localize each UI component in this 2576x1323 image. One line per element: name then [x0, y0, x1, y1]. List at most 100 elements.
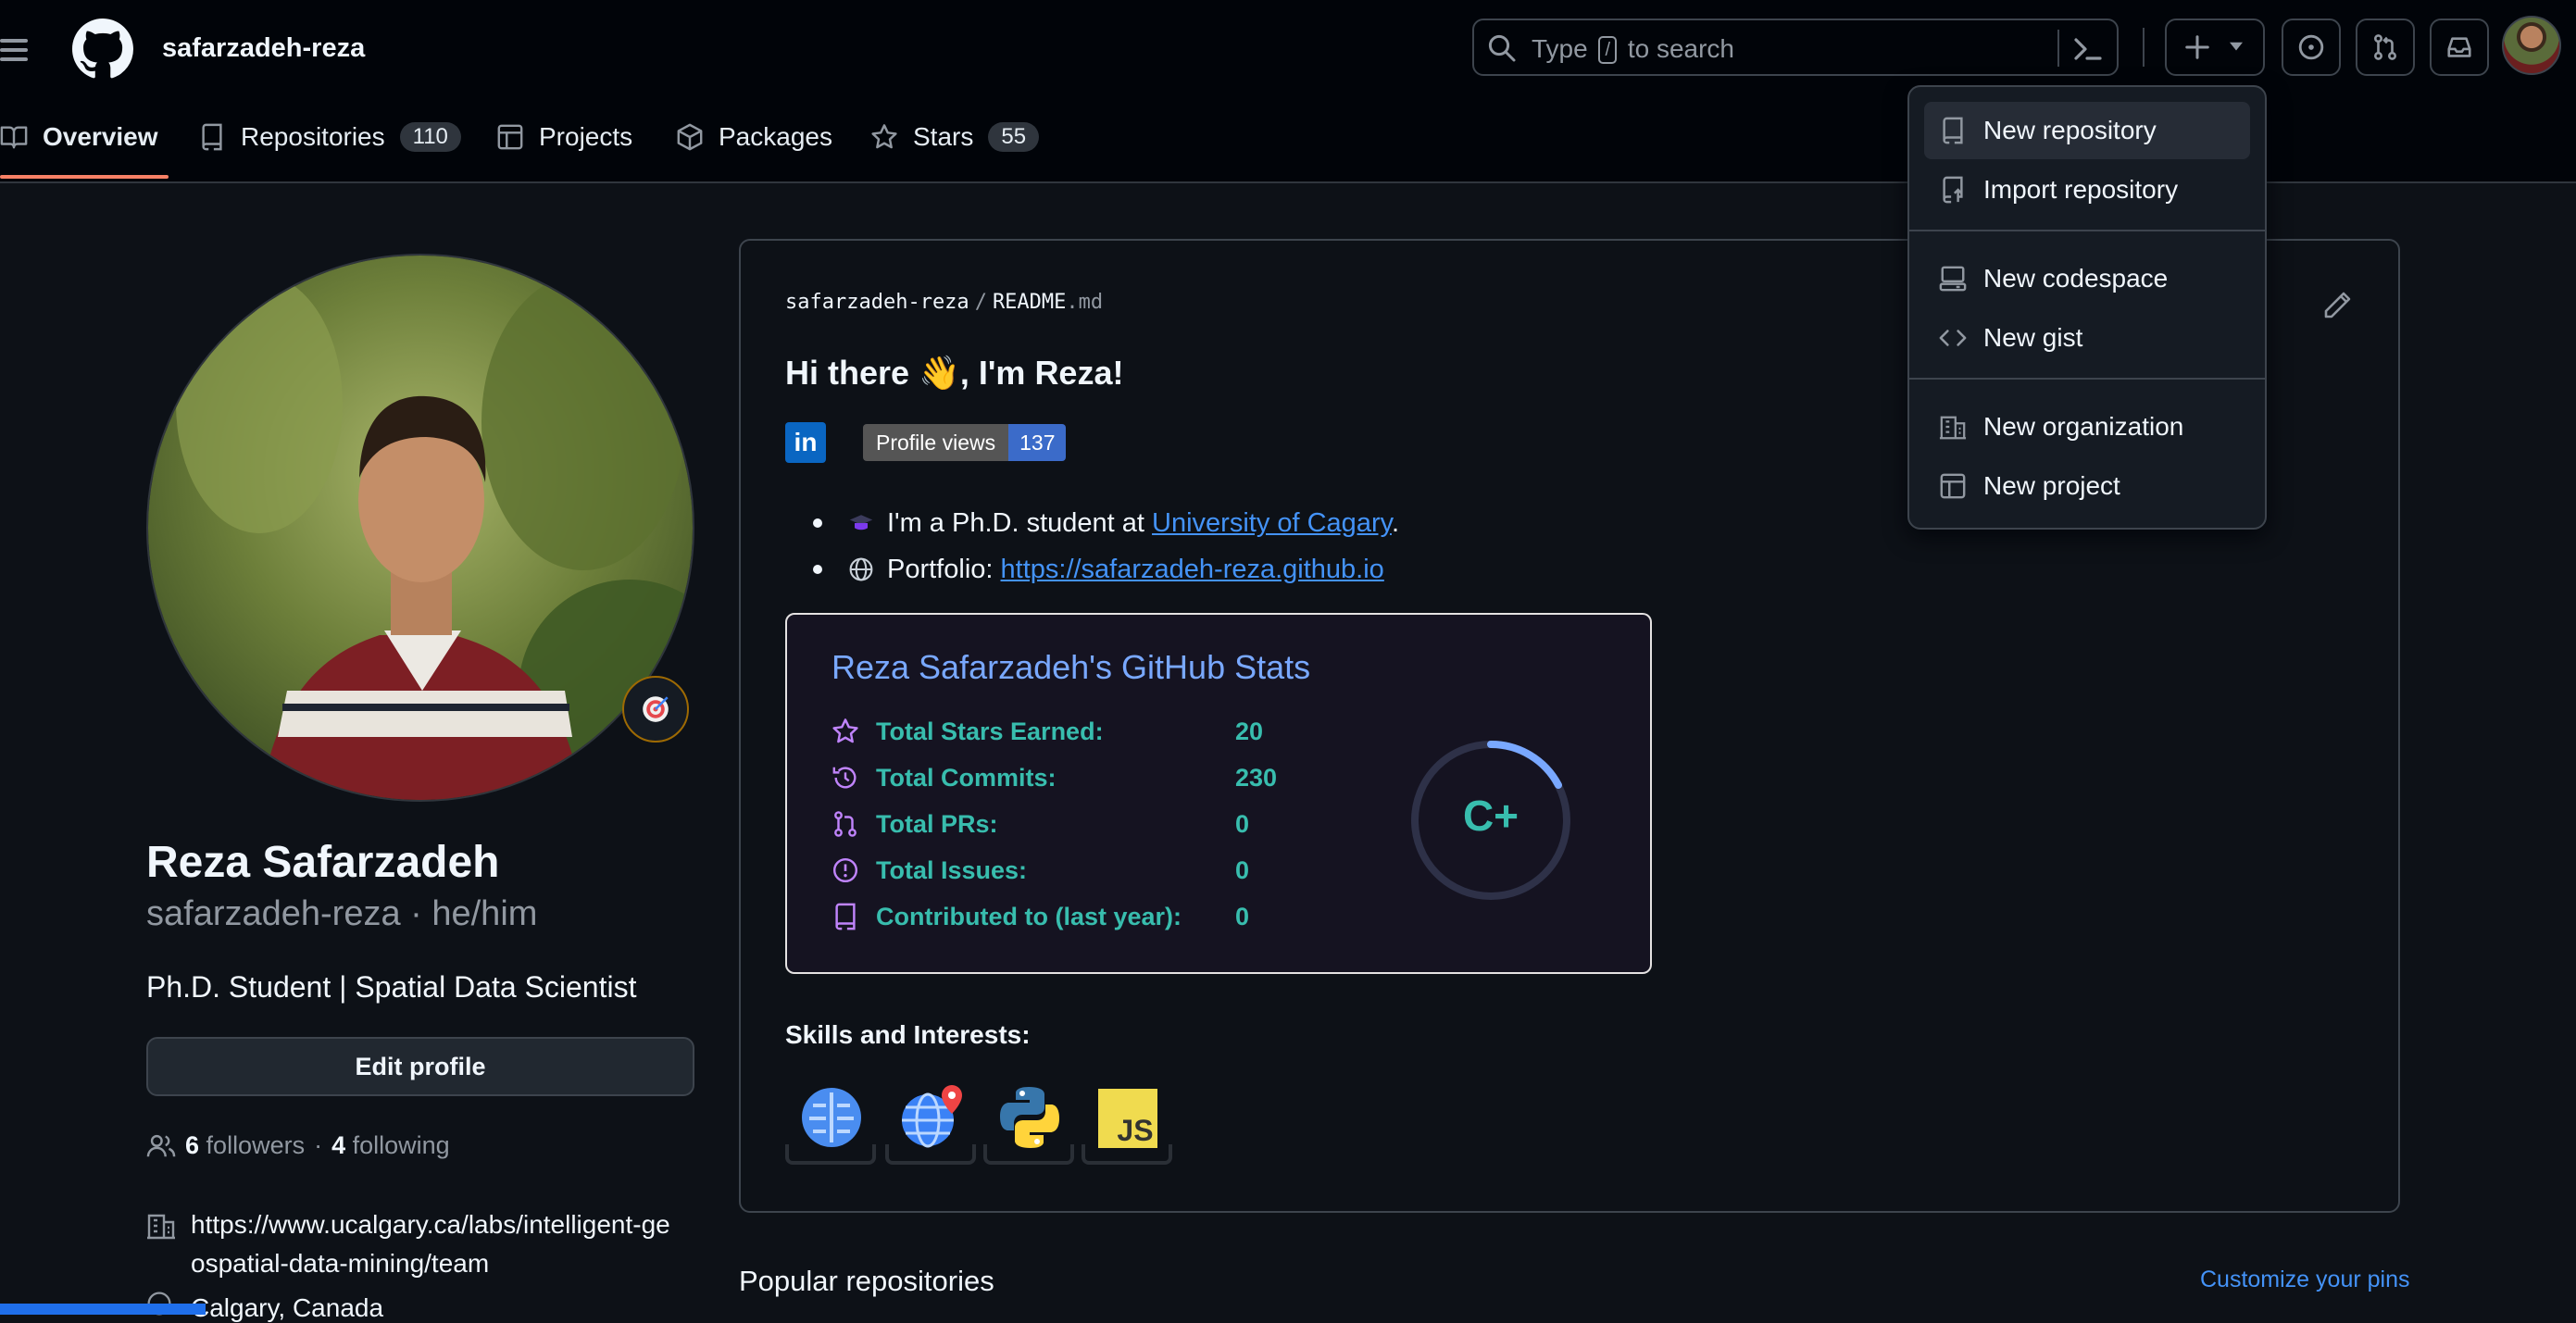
repo-icon: [1943, 117, 1963, 144]
menu-icon[interactable]: [0, 33, 28, 65]
book-icon: [0, 126, 28, 149]
issues-button[interactable]: [2282, 19, 2341, 76]
plus-icon: [2185, 35, 2209, 59]
profile-bio: Ph.D. Student | Spatial Data Scientist: [146, 970, 637, 1004]
grade-ring: C+: [1407, 737, 1574, 904]
create-new-button[interactable]: [2165, 19, 2265, 76]
stat-row: Contributed to (last year): 0: [832, 898, 1249, 935]
menu-item-new-organization[interactable]: New organization: [1924, 398, 2250, 456]
search-divider: [2057, 30, 2059, 67]
search-icon: [1488, 34, 1516, 62]
list-item: Portfolio: https://safarzadeh-reza.githu…: [813, 546, 1399, 593]
menu-item-label: New repository: [1983, 116, 2157, 144]
readme-owner-link[interactable]: safarzadeh-reza: [785, 291, 969, 314]
repo-push-icon: [1943, 176, 1963, 204]
svg-text:JS: JS: [1117, 1114, 1153, 1147]
stat-row: Total Stars Earned: 20: [832, 713, 1263, 750]
portfolio-link[interactable]: https://safarzadeh-reza.github.io: [1001, 555, 1384, 584]
profile-fullname: Reza Safarzadeh: [146, 838, 500, 887]
repo-icon: [202, 123, 222, 151]
git-pull-request-icon: [834, 811, 857, 837]
menu-item-new-gist[interactable]: New gist: [1924, 309, 2250, 367]
command-palette-icon[interactable]: [2072, 34, 2104, 64]
edit-readme-button[interactable]: [2322, 291, 2352, 320]
profile-avatar[interactable]: [146, 254, 694, 802]
organization-icon: [1939, 416, 1967, 440]
issue-opened-icon: [832, 857, 858, 883]
tab-stars-label: Stars: [913, 122, 974, 151]
stats-title: Reza Safarzadeh's GitHub Stats: [832, 648, 1311, 686]
target-icon: [643, 696, 669, 722]
menu-divider: [1909, 230, 2265, 231]
website-link[interactable]: https://www.ucalgary.ca/labs/intelligent…: [191, 1205, 672, 1283]
tab-repositories-label: Repositories: [241, 122, 385, 151]
package-icon: [677, 123, 703, 151]
customize-pins-link[interactable]: Customize your pins: [2200, 1267, 2409, 1293]
inbox-icon: [2447, 37, 2471, 57]
loading-progress-bar: [0, 1304, 206, 1315]
popular-repositories-heading: Popular repositories: [739, 1265, 994, 1297]
repositories-count: 110: [399, 122, 461, 152]
tab-repositories[interactable]: Repositories 110: [198, 119, 461, 156]
codespaces-icon: [1939, 266, 1967, 292]
table-icon: [497, 124, 523, 150]
menu-divider: [1909, 378, 2265, 380]
list-item: I'm a Ph.D. student at University of Cag…: [813, 500, 1399, 546]
graduation-cap-icon: [849, 515, 873, 530]
grade-text: C+: [1462, 792, 1519, 840]
header-username[interactable]: safarzadeh-reza: [162, 33, 365, 64]
tab-projects-label: Projects: [539, 122, 633, 151]
stat-row: Total PRs: 0: [832, 805, 1249, 842]
status-emoji-button[interactable]: [622, 676, 689, 743]
followers-line: 6 followers · 4 following: [146, 1131, 450, 1160]
search-input[interactable]: Type / to search: [1472, 19, 2119, 76]
readme-file-link[interactable]: README.md: [993, 291, 1103, 314]
history-icon: [832, 767, 857, 789]
git-pull-request-icon: [2373, 34, 2397, 60]
stat-row: Total Issues: 0: [832, 852, 1249, 889]
menu-item-import-repository[interactable]: Import repository: [1924, 161, 2250, 218]
menu-item-new-project[interactable]: New project: [1924, 457, 2250, 515]
followers-link[interactable]: 6 followers: [185, 1131, 305, 1160]
tab-overview[interactable]: Overview: [0, 119, 158, 156]
readme-bullets: I'm a Ph.D. student at University of Cag…: [813, 500, 1399, 593]
university-link[interactable]: University of Cagary: [1152, 508, 1392, 538]
profile-views-badge: Profile views 137: [863, 424, 1067, 461]
tab-packages-label: Packages: [719, 122, 832, 151]
header-divider: [2143, 28, 2145, 67]
skills-title: Skills and Interests:: [785, 1020, 1031, 1049]
menu-item-new-codespace[interactable]: New codespace: [1924, 250, 2250, 307]
tab-overview-label: Overview: [43, 122, 158, 151]
menu-item-label: New organization: [1983, 412, 2184, 441]
following-link[interactable]: 4 following: [331, 1131, 450, 1160]
github-logo-icon[interactable]: [72, 19, 133, 80]
issue-opened-icon: [2298, 34, 2324, 60]
star-icon: [832, 718, 858, 743]
search-placeholder: Type / to search: [1532, 34, 1734, 64]
menu-item-label: Import repository: [1983, 175, 2179, 204]
menu-item-label: New codespace: [1983, 264, 2169, 293]
globe-icon: [849, 557, 873, 581]
pull-requests-button[interactable]: [2356, 19, 2415, 76]
tab-packages[interactable]: Packages: [676, 119, 832, 156]
skill-python-icon: [983, 1085, 1076, 1165]
skill-javascript-icon: JS: [1082, 1085, 1174, 1165]
linkedin-badge[interactable]: in: [785, 422, 826, 463]
pencil-icon: [2324, 292, 2351, 318]
inbox-button[interactable]: [2430, 19, 2489, 76]
edit-profile-button[interactable]: Edit profile: [146, 1037, 694, 1096]
star-icon: [871, 124, 897, 149]
code-icon: [1939, 330, 1967, 346]
organization-icon: [147, 1214, 175, 1240]
tab-projects[interactable]: Projects: [496, 119, 632, 156]
repo-icon: [835, 903, 856, 930]
profile-login: safarzadeh-reza · he/him: [146, 894, 538, 933]
user-avatar[interactable]: [2502, 16, 2561, 75]
tab-stars[interactable]: Stars 55: [870, 119, 1040, 156]
menu-item-new-repository[interactable]: New repository: [1924, 102, 2250, 159]
profile-website[interactable]: https://www.ucalgary.ca/labs/intelligent…: [146, 1205, 702, 1283]
stat-row: Total Commits: 230: [832, 759, 1277, 796]
skill-ai-icon: [785, 1085, 878, 1165]
menu-item-label: New gist: [1983, 323, 2083, 352]
readme-greeting: Hi there 👋, I'm Reza!: [785, 354, 1124, 392]
